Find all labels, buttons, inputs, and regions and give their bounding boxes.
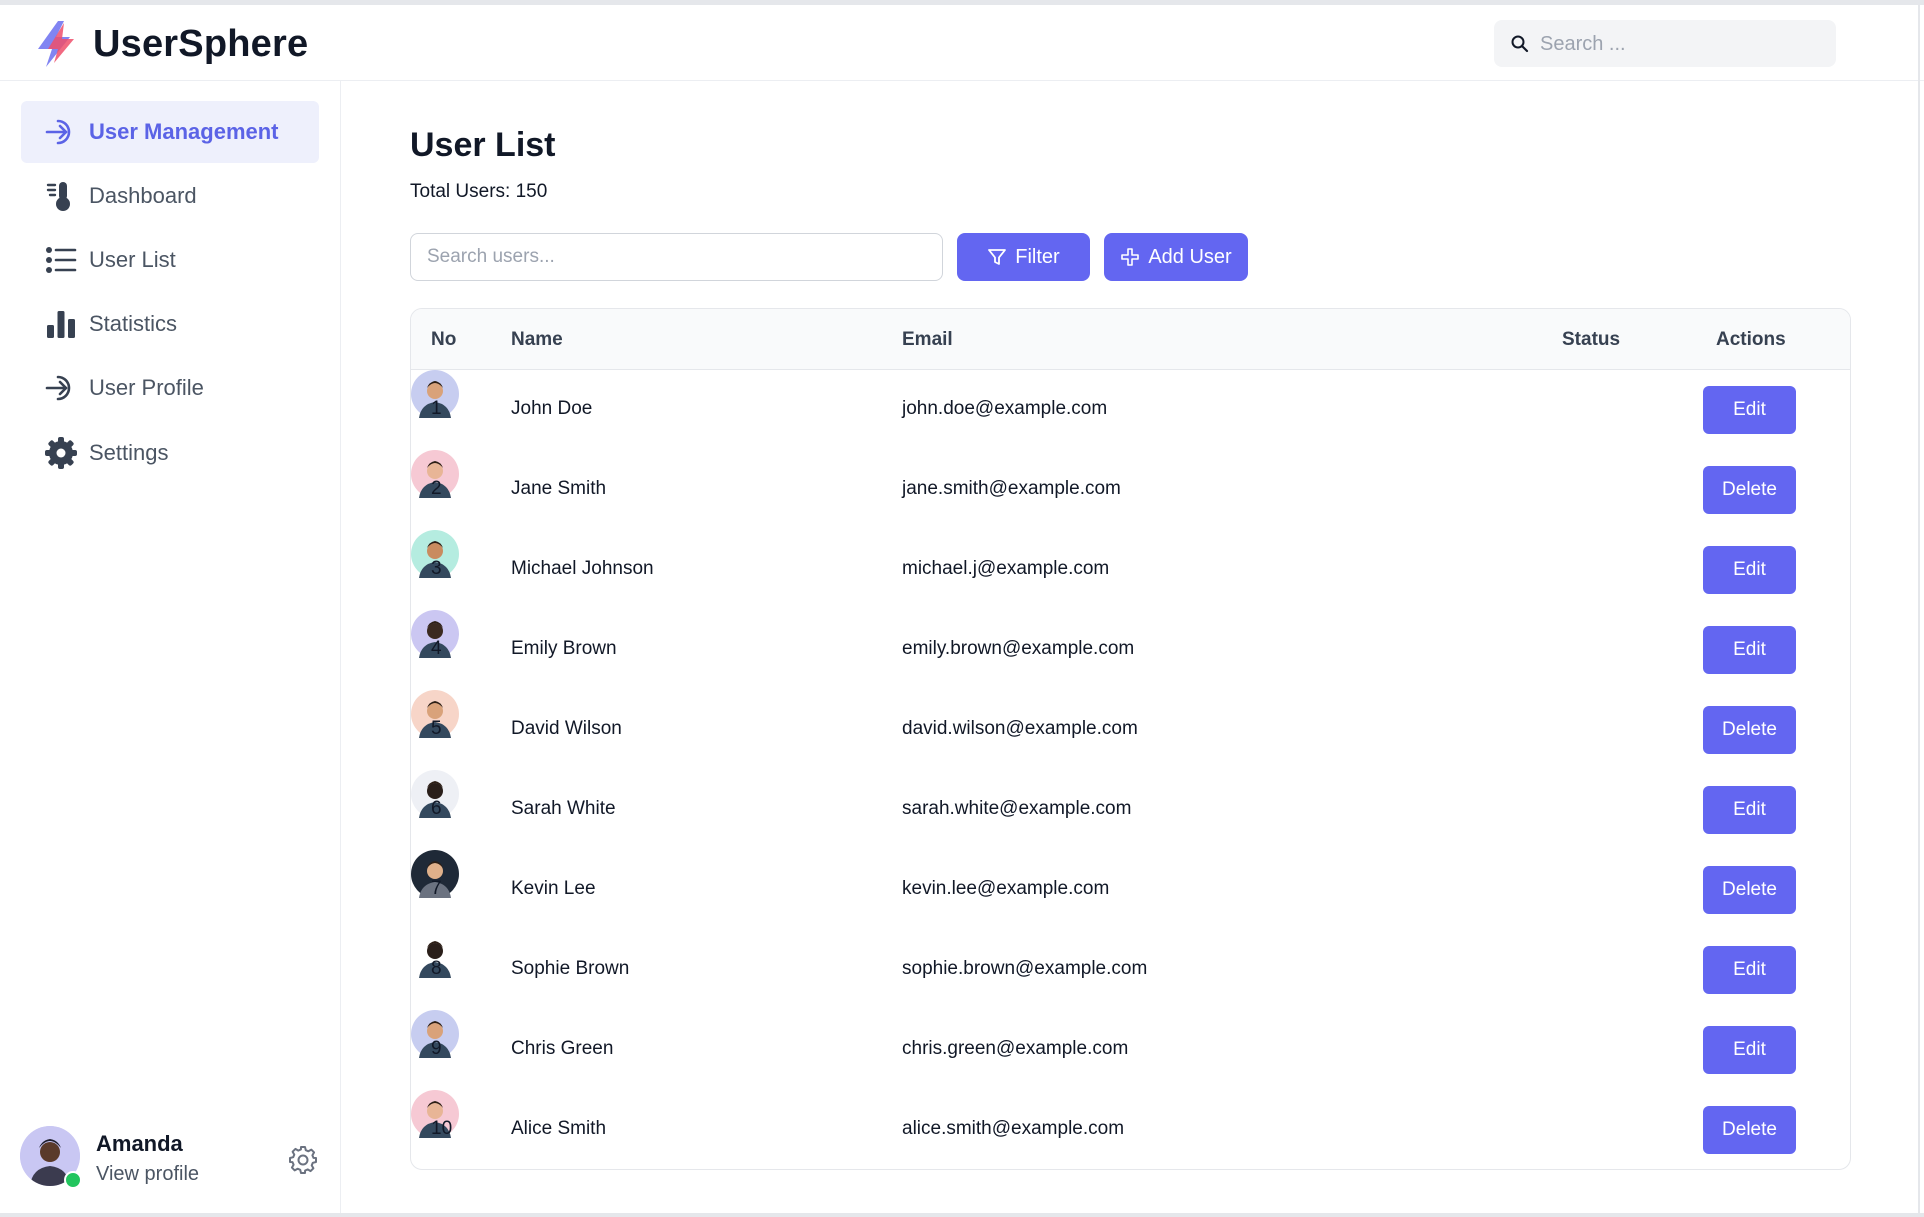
row-name: Chris Green bbox=[511, 1038, 614, 1059]
logo-icon bbox=[38, 21, 74, 67]
row-name: Michael Johnson bbox=[511, 558, 654, 579]
sidebar-item-label: Statistics bbox=[89, 311, 178, 336]
table-row: 9 Chris Green chris.green@example.com Edit bbox=[411, 1010, 1850, 1090]
profile-name: Amanda bbox=[96, 1131, 183, 1156]
table-row: 6 Sarah White sarah.white@example.com Edit bbox=[411, 770, 1850, 850]
window-right-border bbox=[1918, 5, 1920, 1217]
row-email: chris.green@example.com bbox=[902, 1038, 1129, 1059]
add-user-button-label: Add User bbox=[1148, 245, 1232, 268]
sidebar-item-user-list[interactable]: User List bbox=[21, 229, 319, 291]
sidebar-item-label: Settings bbox=[89, 440, 169, 465]
row-number: 6 bbox=[431, 798, 442, 819]
table-row: 5 David Wilson david.wilson@example.com Del… bbox=[411, 690, 1850, 770]
sidebar-item-label: User Profile bbox=[89, 375, 204, 400]
delete-button[interactable]: Delete bbox=[1703, 706, 1796, 754]
global-search[interactable] bbox=[1494, 20, 1836, 69]
edit-button[interactable]: Edit bbox=[1703, 786, 1796, 834]
row-email: jane.smith@example.com bbox=[902, 478, 1121, 499]
page-title: User List bbox=[410, 126, 556, 164]
row-name: Jane Smith bbox=[511, 478, 607, 499]
settings-gear-icon[interactable] bbox=[287, 1144, 319, 1176]
column-header-name: Name bbox=[511, 329, 563, 350]
sidebar-item-label: User Management bbox=[89, 119, 279, 144]
sidebar-item-settings[interactable]: Settings bbox=[21, 422, 319, 484]
view-profile-link[interactable]: View profile bbox=[96, 1163, 199, 1186]
row-number: 10 bbox=[431, 1118, 453, 1139]
row-name: Kevin Lee bbox=[511, 878, 596, 899]
delete-button[interactable]: Delete bbox=[1703, 866, 1796, 914]
sidebar-item-dashboard[interactable]: Dashboard bbox=[21, 165, 319, 227]
table-row: 4 Emily Brown emily.brown@example.com Edit bbox=[411, 610, 1850, 690]
top-header: UserSphere bbox=[0, 5, 1924, 81]
row-number: 4 bbox=[431, 638, 442, 659]
row-email: john.doe@example.com bbox=[902, 398, 1108, 419]
row-email: kevin.lee@example.com bbox=[902, 878, 1110, 899]
row-email: emily.brown@example.com bbox=[902, 638, 1135, 659]
row-email: alice.smith@example.com bbox=[902, 1118, 1125, 1139]
column-header-status: Status bbox=[1562, 329, 1621, 350]
sidebar: User Management Dashboard User List Stat… bbox=[0, 81, 341, 1213]
search-icon bbox=[1511, 35, 1529, 53]
row-number: 9 bbox=[431, 1038, 442, 1059]
user-profile-card: Amanda View profile bbox=[20, 1126, 320, 1196]
filter-icon bbox=[988, 249, 1007, 265]
table-row: 8 Sophie Brown sophie.brown@example.com Edi… bbox=[411, 930, 1850, 1010]
edit-button[interactable]: Edit bbox=[1703, 946, 1796, 994]
row-name: Alice Smith bbox=[511, 1118, 607, 1139]
row-number: 1 bbox=[431, 398, 442, 419]
column-header-email: Email bbox=[902, 329, 953, 350]
column-header-no: No bbox=[431, 329, 457, 350]
column-header-actions: Actions bbox=[1716, 329, 1786, 350]
thermometer-icon bbox=[41, 176, 81, 216]
delete-button[interactable]: Delete bbox=[1703, 1106, 1796, 1154]
online-status-dot bbox=[64, 1171, 82, 1189]
table-header: No Name Email Status Actions bbox=[411, 309, 1850, 370]
sign-in-icon bbox=[41, 368, 81, 408]
row-name: Sarah White bbox=[511, 798, 616, 819]
sidebar-item-statistics[interactable]: Statistics bbox=[21, 293, 319, 355]
row-number: 5 bbox=[431, 718, 442, 739]
row-number: 2 bbox=[431, 478, 442, 499]
row-number: 7 bbox=[431, 878, 442, 899]
row-name: Emily Brown bbox=[511, 638, 617, 659]
table-row: 1 John Doe john.doe@example.com Edit bbox=[411, 370, 1850, 450]
row-name: John Doe bbox=[511, 398, 593, 419]
edit-button[interactable]: Edit bbox=[1703, 386, 1796, 434]
sign-in-icon bbox=[41, 112, 81, 152]
window-bottom-border bbox=[0, 1213, 1924, 1217]
total-users-count: Total Users: 150 bbox=[410, 181, 548, 202]
user-table: No Name Email Status Actions 1 John Doe jo… bbox=[410, 308, 1851, 1170]
row-email: michael.j@example.com bbox=[902, 558, 1110, 579]
table-row: 2 Jane Smith jane.smith@example.com Delete bbox=[411, 450, 1850, 530]
gear-icon bbox=[41, 433, 81, 473]
table-row: 10 Alice Smith alice.smith@example.com Dele… bbox=[411, 1090, 1850, 1169]
search-users-input[interactable] bbox=[410, 233, 943, 281]
sidebar-item-user-management[interactable]: User Management bbox=[21, 101, 319, 163]
plus-icon bbox=[1121, 248, 1140, 266]
add-user-button[interactable]: Add User bbox=[1104, 233, 1248, 281]
sidebar-item-label: Dashboard bbox=[89, 183, 197, 208]
table-row: 7 Kevin Lee kevin.lee@example.com Delete bbox=[411, 850, 1850, 930]
edit-button[interactable]: Edit bbox=[1703, 546, 1796, 594]
row-email: david.wilson@example.com bbox=[902, 718, 1138, 739]
sidebar-item-user-profile[interactable]: User Profile bbox=[21, 357, 319, 419]
bar-chart-icon bbox=[41, 304, 81, 344]
row-number: 8 bbox=[431, 958, 442, 979]
edit-button[interactable]: Edit bbox=[1703, 626, 1796, 674]
sidebar-item-label: User List bbox=[89, 247, 176, 272]
edit-button[interactable]: Edit bbox=[1703, 1026, 1796, 1074]
row-name: Sophie Brown bbox=[511, 958, 630, 979]
row-number: 3 bbox=[431, 558, 442, 579]
filter-button-label: Filter bbox=[1015, 245, 1060, 268]
row-email: sophie.brown@example.com bbox=[902, 958, 1148, 979]
row-email: sarah.white@example.com bbox=[902, 798, 1132, 819]
list-icon bbox=[41, 240, 81, 280]
table-row: 3 Michael Johnson michael.j@example.com Edi… bbox=[411, 530, 1850, 610]
delete-button[interactable]: Delete bbox=[1703, 466, 1796, 514]
app-title: UserSphere bbox=[93, 23, 309, 65]
row-name: David Wilson bbox=[511, 718, 622, 739]
filter-button[interactable]: Filter bbox=[957, 233, 1090, 281]
global-search-input[interactable] bbox=[1538, 20, 1822, 69]
